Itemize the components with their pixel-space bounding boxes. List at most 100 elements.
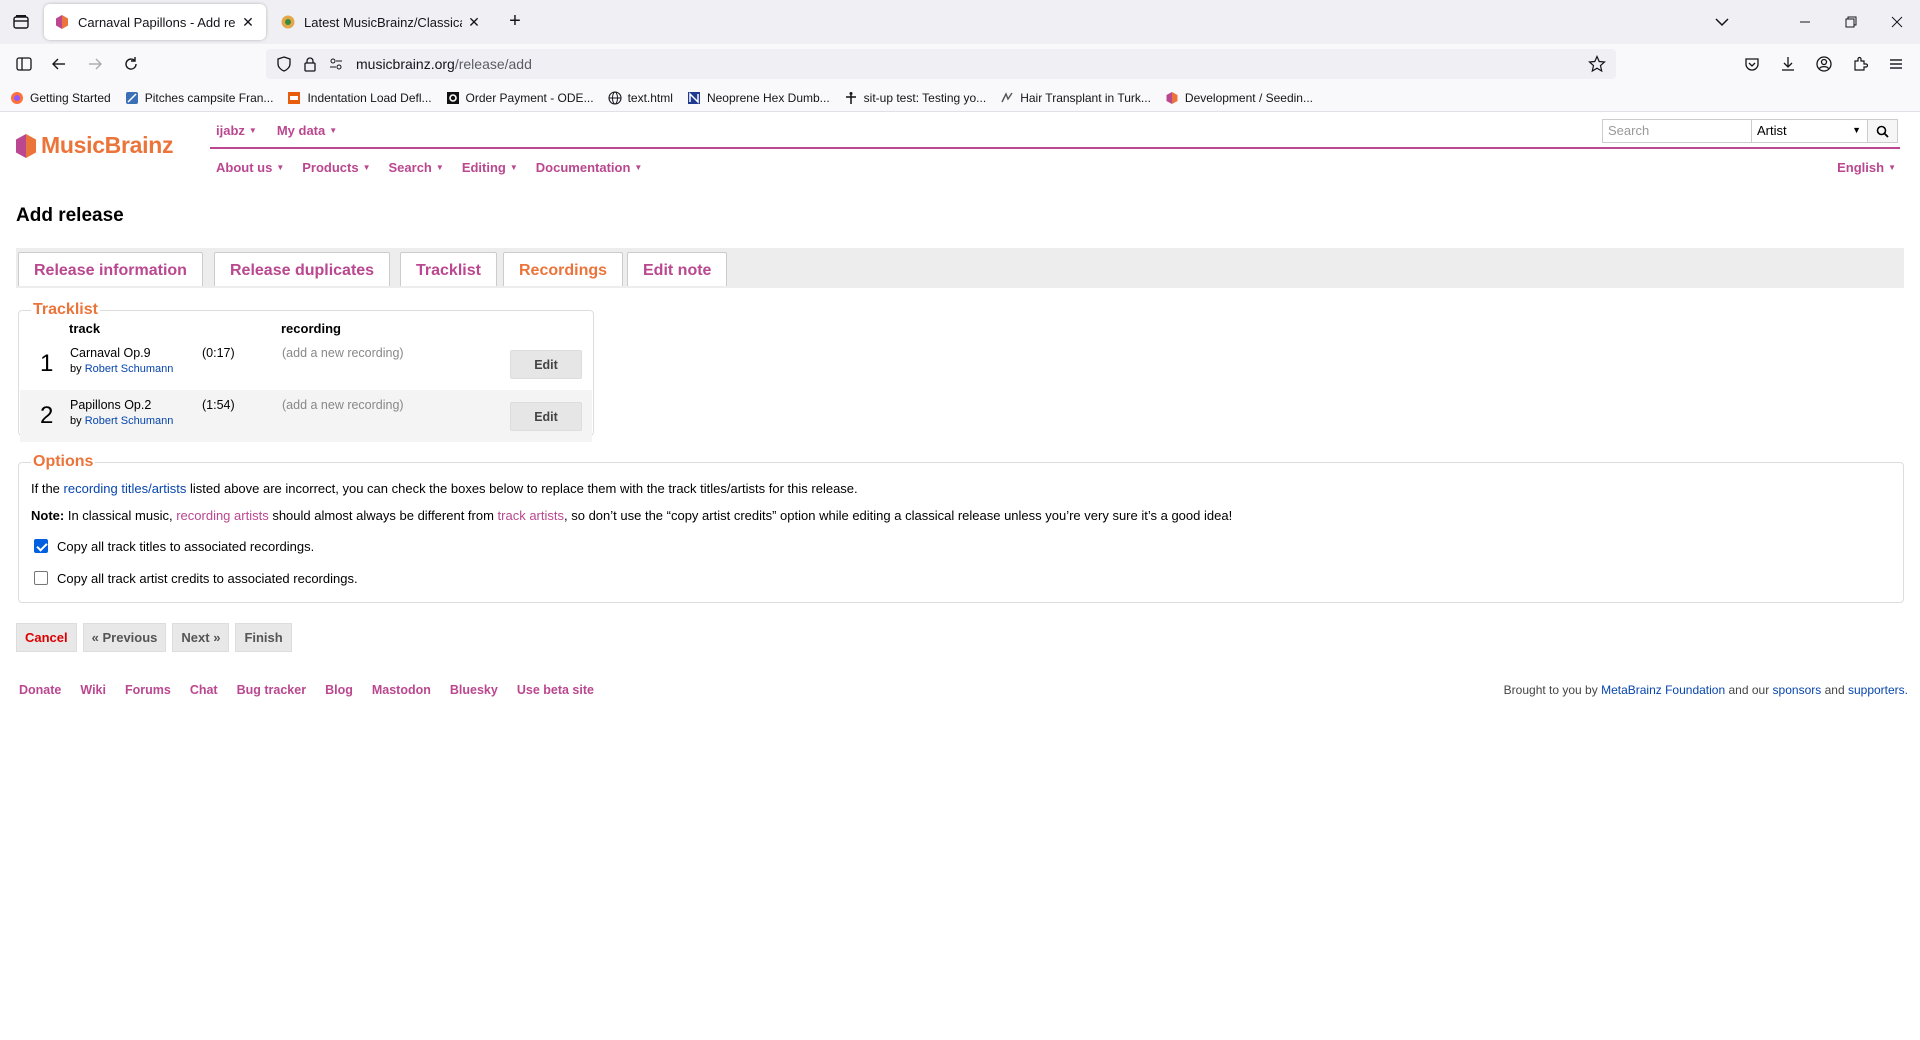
nav-documentation[interactable]: Documentation ▼ [536, 160, 643, 175]
url-text: musicbrainz.org/release/add [356, 56, 532, 72]
menu-icon[interactable] [1884, 52, 1908, 76]
recording-titles-artists-link[interactable]: recording titles/artists [64, 481, 187, 496]
language-menu[interactable]: English ▼ [1837, 160, 1896, 175]
url-bar[interactable]: musicbrainz.org/release/add [266, 49, 1616, 79]
neoprene-icon [687, 91, 700, 104]
recording-status: (add a new recording) [282, 398, 404, 412]
forward-arrow-icon[interactable] [83, 52, 107, 76]
sponsors-link[interactable]: sponsors [1773, 683, 1822, 697]
musicbrainz-logo[interactable]: MusicBrainz [15, 132, 173, 159]
finish-button[interactable]: Finish [235, 623, 292, 652]
track-artist-credit: by Robert Schumann [70, 363, 173, 375]
tab-edit-note[interactable]: Edit note [627, 252, 728, 286]
bookmark-item[interactable]: sit-up test: Testing yo... [844, 91, 986, 105]
previous-button[interactable]: « Previous [82, 623, 167, 652]
metabrainz-link[interactable]: MetaBrainz Foundation [1601, 683, 1725, 697]
extensions-icon[interactable] [1848, 52, 1872, 76]
nav-about-us[interactable]: About us ▼ [216, 160, 284, 175]
browser-tab-active[interactable]: Carnaval Papillons - Add release ✕ [44, 4, 266, 40]
bookmark-star-icon[interactable] [1588, 55, 1606, 73]
nav-label: Editing [461, 160, 506, 175]
note-label: Note: [31, 508, 65, 523]
footer-link-blog[interactable]: Blog [325, 683, 353, 697]
nav-editing[interactable]: Editing ▼ [462, 160, 518, 175]
globe-icon [608, 90, 622, 105]
recording-artists-link[interactable]: recording artists [176, 508, 268, 523]
bookmark-item[interactable]: Hair Transplant in Turk... [1000, 91, 1151, 105]
nav-search[interactable]: Search ▼ [389, 160, 444, 175]
sidebar-icon[interactable] [12, 52, 36, 76]
supporters-link[interactable]: supporters. [1848, 683, 1908, 697]
footer-link-wiki[interactable]: Wiki [80, 683, 106, 697]
user-menu[interactable]: ijabz ▼ [216, 123, 257, 138]
footer-link-chat[interactable]: Chat [190, 683, 218, 697]
caret-down-icon: ▼ [248, 126, 257, 135]
footer-link-donate[interactable]: Donate [19, 683, 61, 697]
new-tab-icon[interactable]: + [505, 11, 525, 32]
reload-icon[interactable] [119, 52, 143, 76]
footer-link-forums[interactable]: Forums [125, 683, 171, 697]
nav-label: Products [302, 160, 359, 175]
caret-down-icon: ▼ [435, 163, 444, 172]
bookmark-item[interactable]: Getting Started [10, 91, 111, 105]
my-data-menu[interactable]: My data ▼ [277, 123, 337, 138]
note-text-pre: In classical music, [67, 508, 173, 523]
footer-link-bug-tracker[interactable]: Bug tracker [237, 683, 306, 697]
search-button[interactable] [1868, 119, 1898, 143]
firefox-view-icon[interactable] [12, 13, 30, 31]
copy-titles-label[interactable]: Copy all track titles to associated reco… [57, 539, 314, 554]
back-arrow-icon[interactable] [47, 52, 71, 76]
lock-icon[interactable] [302, 56, 318, 72]
chevron-down-icon[interactable] [1712, 12, 1732, 32]
search-type-select[interactable]: Artist ▼ [1752, 119, 1868, 143]
tab-tracklist[interactable]: Tracklist [400, 252, 497, 286]
download-icon[interactable] [1776, 52, 1800, 76]
fitness-icon [845, 91, 856, 104]
track-artists-link[interactable]: track artists [498, 508, 564, 523]
nav-label: Search [388, 160, 432, 175]
artist-link[interactable]: Robert Schumann [85, 415, 174, 427]
close-tab-icon[interactable]: ✕ [466, 14, 482, 30]
bookmark-item[interactable]: Neoprene Hex Dumb... [687, 91, 830, 105]
account-icon[interactable] [1812, 52, 1836, 76]
browser-tab-title: Carnaval Papillons - Add release [78, 14, 236, 30]
bookmark-item[interactable]: Order Payment - ODE... [446, 91, 594, 105]
main-nav: About us ▼ Products ▼ Search ▼ Editing ▼ Doc… [216, 160, 660, 175]
copy-titles-checkbox[interactable] [34, 539, 48, 553]
copy-artists-checkbox[interactable] [34, 571, 48, 585]
bookmark-item[interactable]: Pitches campsite Fran... [125, 91, 273, 105]
footer-link-mastodon[interactable]: Mastodon [372, 683, 431, 697]
close-tab-icon[interactable]: ✕ [240, 14, 256, 30]
close-window-icon[interactable] [1874, 0, 1920, 44]
nav-products[interactable]: Products ▼ [302, 160, 370, 175]
pocket-icon[interactable] [1740, 52, 1764, 76]
search-type-value: Artist [1757, 123, 1787, 138]
next-button[interactable]: Next » [172, 623, 230, 652]
window-controls [1782, 0, 1920, 44]
search-input[interactable]: Search [1602, 119, 1752, 143]
minimize-icon[interactable] [1782, 0, 1828, 44]
track-length: (0:17) [202, 346, 235, 360]
tab-release-duplicates[interactable]: Release duplicates [214, 252, 391, 286]
permissions-icon[interactable] [328, 56, 344, 72]
browser-tab-title: Latest MusicBrainz/Classical top [304, 14, 462, 30]
by-label: by [70, 415, 82, 427]
tab-recordings[interactable]: Recordings [503, 252, 624, 286]
restore-icon[interactable] [1828, 0, 1874, 44]
footer-link-bluesky[interactable]: Bluesky [450, 683, 498, 697]
browser-tab[interactable]: Latest MusicBrainz/Classical top ✕ [270, 4, 492, 40]
footer-links: Donate Wiki Forums Chat Bug tracker Blog… [19, 683, 613, 697]
bookmark-item[interactable]: Development / Seedin... [1165, 91, 1313, 105]
cancel-button[interactable]: Cancel [16, 623, 77, 652]
edit-recording-button[interactable]: Edit [510, 350, 582, 379]
edit-recording-button[interactable]: Edit [510, 402, 582, 431]
copy-artists-label[interactable]: Copy all track artist credits to associa… [57, 571, 358, 586]
artist-link[interactable]: Robert Schumann [85, 363, 174, 375]
bookmark-item[interactable]: text.html [608, 91, 673, 105]
shield-icon[interactable] [276, 56, 292, 72]
tab-release-information[interactable]: Release information [18, 252, 203, 286]
bookmark-item[interactable]: Indentation Load Defl... [287, 91, 432, 105]
footer-link-beta-site[interactable]: Use beta site [517, 683, 594, 697]
track-title: Carnaval Op.9 [70, 346, 151, 360]
options-note: Note: In classical music, recording arti… [31, 508, 1232, 523]
